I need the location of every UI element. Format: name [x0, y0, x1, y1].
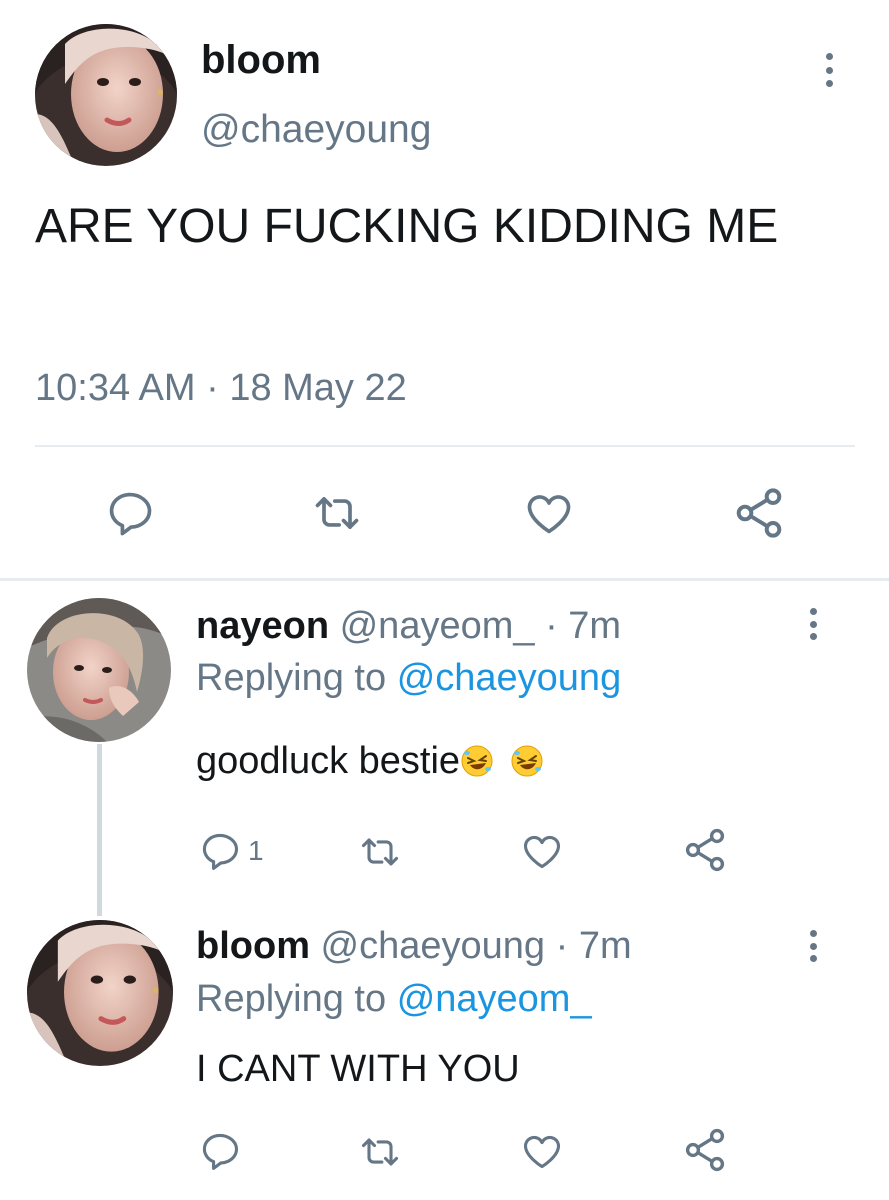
- main-tweet-text: ARE YOU FUCKING KIDDING ME: [35, 200, 779, 253]
- reply-2-avatar[interactable]: [27, 920, 173, 1066]
- main-tweet-more-menu-icon[interactable]: [823, 53, 835, 87]
- replying-to-label: Replying to: [196, 978, 387, 1020]
- main-tweet-timestamp[interactable]: 10:34 AM · 18 May 22: [35, 364, 407, 412]
- main-tweet-divider: [35, 445, 855, 447]
- reply-2-more-menu-icon[interactable]: [807, 930, 819, 962]
- reply-2-handle[interactable]: @chaeyoung: [321, 925, 546, 967]
- reply-1-header: nayeon @nayeom_ · 7m: [196, 603, 621, 649]
- like-icon[interactable]: [521, 487, 577, 539]
- reply-2-header: bloom @chaeyoung · 7m: [196, 923, 632, 969]
- profile-photo: [35, 24, 177, 166]
- profile-photo: [27, 598, 171, 742]
- reply-2-replying-to: Replying to @nayeom_: [196, 976, 592, 1022]
- reply-icon[interactable]: [104, 487, 156, 539]
- reply-1-share-icon[interactable]: [681, 826, 729, 874]
- reply-1-avatar[interactable]: [27, 598, 171, 742]
- reply-1-like-icon[interactable]: [518, 829, 566, 873]
- reply-2-reply-icon[interactable]: [198, 1129, 242, 1173]
- main-tweet-handle[interactable]: @chaeyoung: [201, 106, 431, 154]
- reply-1-time[interactable]: · 7m: [545, 605, 621, 647]
- share-icon[interactable]: [731, 485, 787, 541]
- reply-1-handle[interactable]: @nayeom_: [340, 605, 535, 647]
- rolling-on-floor-laughing-emoji: [461, 745, 494, 777]
- replying-to-mention[interactable]: @nayeom_: [397, 978, 592, 1020]
- reply-2-text: I CANT WITH YOU: [196, 1048, 520, 1090]
- reply-1-reply-count: 1: [248, 835, 264, 866]
- reply-2-display-name[interactable]: bloom: [196, 925, 310, 967]
- profile-photo: [27, 920, 173, 1066]
- rolling-on-floor-laughing-emoji: [511, 745, 544, 777]
- reply-2-retweet-icon[interactable]: [355, 1130, 405, 1174]
- main-tweet-display-name[interactable]: bloom: [201, 36, 321, 84]
- replying-to-mention[interactable]: @chaeyoung: [397, 657, 622, 699]
- reply-2-share-icon[interactable]: [681, 1126, 729, 1174]
- reply-2-time[interactable]: · 7m: [556, 925, 632, 967]
- reply-1-text-row: goodluck bestie: [196, 737, 544, 785]
- reply-1-text: goodluck bestie: [196, 740, 461, 782]
- replying-to-label: Replying to: [196, 657, 387, 699]
- main-tweet-avatar[interactable]: [35, 24, 177, 166]
- reply-1-reply-icon[interactable]: 1: [198, 829, 264, 873]
- reply-2-like-icon[interactable]: [518, 1129, 566, 1173]
- reply-1-display-name[interactable]: nayeon: [196, 605, 329, 647]
- reply-1-more-menu-icon[interactable]: [807, 608, 819, 640]
- reply-1-retweet-icon[interactable]: [355, 830, 405, 874]
- thread-connector-line: [97, 744, 102, 916]
- reply-1-replying-to: Replying to @chaeyoung: [196, 655, 621, 701]
- section-divider: [0, 578, 889, 581]
- retweet-icon[interactable]: [309, 487, 365, 539]
